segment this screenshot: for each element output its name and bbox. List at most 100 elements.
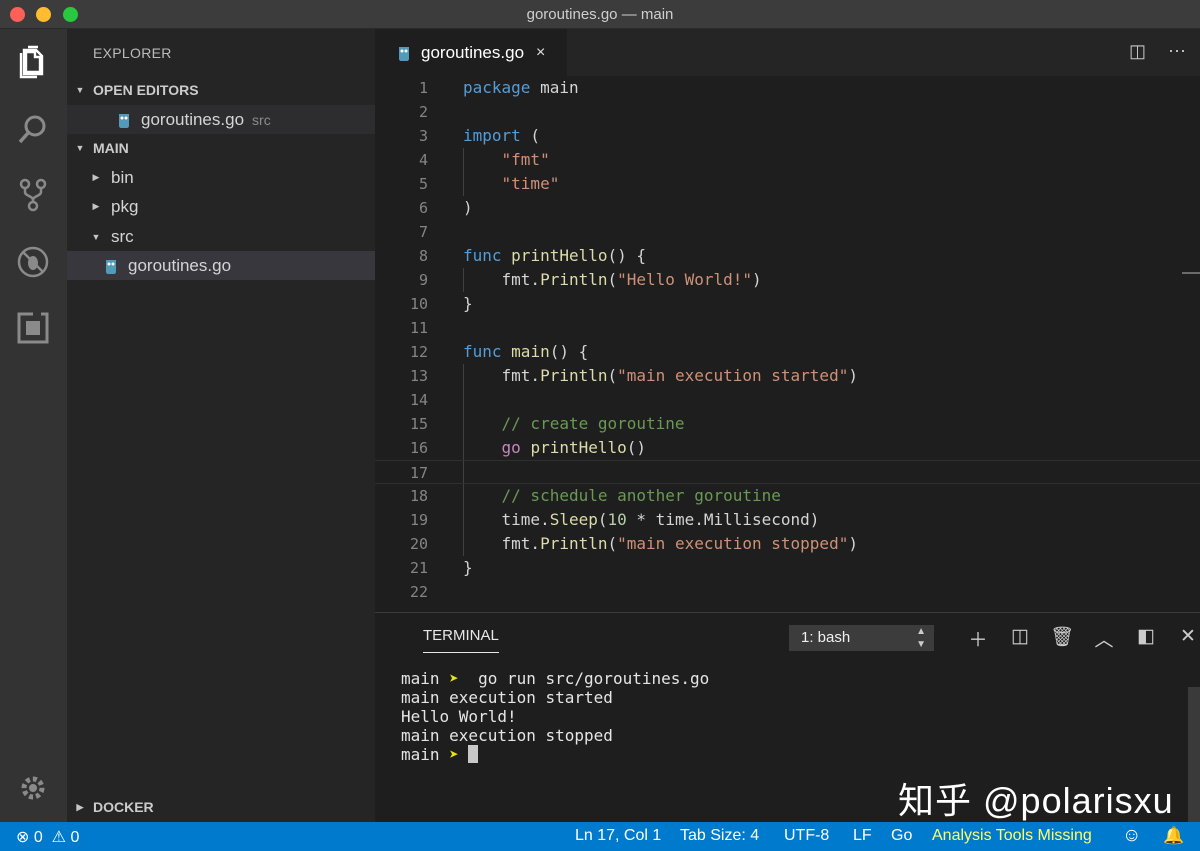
code-line: 7 [418,223,428,241]
chevron-up-icon[interactable]: ︿ [1083,625,1125,652]
gear-icon[interactable] [14,769,52,807]
go-file-icon [397,45,411,61]
tree-item-src[interactable]: ▼ src [67,222,375,251]
tab-label: goroutines.go [421,42,525,62]
source-control-icon[interactable] [14,176,52,214]
toggle-panel-icon[interactable]: ◧ [1125,625,1167,652]
code-line: 20 fmt.Println("main execution stopped") [409,534,858,553]
code-line: 1 package main [418,78,579,97]
code-line: 19 time.Sleep(10 * time.Millisecond) [409,510,820,529]
terminal-command: go run src/goroutines.go [478,669,710,688]
activity-bar [0,29,67,822]
tree-item-label: bin [111,167,134,187]
error-icon: ⊗ [16,829,30,846]
error-count: 0 [33,829,43,846]
select-arrows-icon: ▲ ▼ [916,626,926,650]
close-panel-icon[interactable]: ✕ [1167,625,1200,652]
tree-item-goroutines[interactable]: goroutines.go [67,251,375,280]
prompt-arrow-icon: ➤ [449,669,459,688]
editor-actions: ◫ ⋯ [1129,41,1186,62]
split-terminal-icon[interactable]: ◫ [999,625,1041,652]
chevron-right-icon: ▶ [92,201,100,211]
terminal-line: main execution started [401,688,613,707]
tree-item-label: goroutines.go [128,255,232,275]
close-icon[interactable]: × [536,44,545,62]
main-folder-section[interactable]: ▼ MAIN [67,134,375,162]
code-line: 11 [409,319,428,337]
extensions-icon[interactable] [14,309,52,347]
code-line: 6) [418,198,473,217]
problems-indicator[interactable]: ⊗ 0 ⚠ 0 [16,827,79,847]
docker-label: DOCKER [93,799,154,815]
shell-select[interactable]: 1: bash ▲ ▼ [789,625,934,651]
terminal-line: Hello World! [401,707,517,726]
code-line: 15 // create goroutine [409,414,685,433]
chevron-down-icon: ▼ [75,143,85,153]
prompt-label: main [401,745,440,764]
chevron-right-icon: ▶ [76,801,84,812]
code-editor[interactable]: 1 package main 2 3 import ( 4 "fmt" 5 "tim… [375,76,1200,612]
feedback-smiley-icon[interactable]: ☺ [1122,825,1141,847]
code-line: 21} [409,558,473,577]
tab-terminal[interactable]: TERMINAL [423,627,499,653]
main-folder-label: MAIN [93,140,129,156]
docker-section[interactable]: ▶ DOCKER [67,793,375,821]
tree-item-label: pkg [111,196,139,216]
open-editor-name: goroutines.go [141,109,245,129]
code-line: 9 fmt.Println("Hello World!") [418,270,762,289]
code-line: 2 [418,103,428,121]
more-actions-icon[interactable]: ⋯ [1168,41,1186,62]
code-line: 12 func main() { [409,342,589,361]
notification-bell-icon[interactable]: 🔔 [1163,826,1184,846]
language-mode[interactable]: Go [891,827,912,845]
code-line: 22 [409,583,428,601]
terminal-cursor [468,745,479,763]
explorer-sidebar: EXPLORER ▼ OPEN EDITORS goroutines.go sr… [67,29,375,822]
open-editors-section[interactable]: ▼ OPEN EDITORS [67,76,375,104]
scrollbar-marker[interactable] [1182,272,1200,274]
cursor-position[interactable]: Ln 17, Col 1 [575,827,661,845]
analysis-tools-missing[interactable]: Analysis Tools Missing [932,827,1092,845]
chevron-down-icon: ▼ [91,231,101,242]
warning-count: 0 [70,829,80,846]
code-line: 3 import ( [418,126,541,145]
panel-actions: ＋ ◫ 🗑 ︿ ◧ ✕ [957,625,1200,652]
code-line: 5 "time" [418,174,560,193]
trash-icon[interactable]: 🗑 [1041,625,1083,652]
prompt-arrow-icon: ➤ [449,745,459,764]
tree-item-label: src [111,226,134,246]
shell-select-value: 1: bash [801,629,851,646]
warning-icon: ⚠ [51,829,66,846]
window-title: goroutines.go — main [526,6,674,23]
debug-icon[interactable] [14,243,52,281]
tree-item-bin[interactable]: ▶ bin [67,163,375,192]
watermark: 知乎 @polarisxu [898,780,1174,821]
search-icon[interactable] [14,110,52,148]
encoding[interactable]: UTF-8 [784,827,829,845]
code-line: 16 go printHello() [409,438,647,457]
code-line: 10} [409,294,473,313]
go-file-icon [104,258,118,274]
files-icon[interactable] [14,43,52,81]
open-editor-hint: src [252,111,271,128]
terminal-output[interactable]: main ➤ go run src/goroutines.go main exe… [401,669,709,764]
tree-item-pkg[interactable]: ▶ pkg [67,192,375,221]
terminal-scrollbar[interactable] [1188,687,1200,823]
status-bar: ⊗ 0 ⚠ 0 Ln 17, Col 1 Tab Size: 4 UTF-8 L… [0,822,1200,851]
explorer-title: EXPLORER [93,45,172,61]
split-editor-icon[interactable]: ◫ [1129,41,1146,62]
tab-goroutines[interactable]: goroutines.go × [375,29,567,76]
code-line: 13 fmt.Println("main execution started") [409,366,858,385]
end-of-line[interactable]: LF [853,827,872,845]
tab-size[interactable]: Tab Size: 4 [680,827,759,845]
terminal-line: main execution stopped [401,726,613,745]
code-line: 4 "fmt" [418,150,550,169]
chevron-right-icon: ▶ [92,172,100,182]
chevron-down-icon: ▼ [75,85,85,95]
code-line: 18 // schedule another goroutine [409,486,781,505]
go-file-icon [117,112,131,128]
new-terminal-icon[interactable]: ＋ [957,625,999,652]
current-code-line: 17 [375,460,1200,484]
code-line: 8 func printHello() { [418,246,647,265]
open-editor-item[interactable]: goroutines.go src [67,105,375,134]
